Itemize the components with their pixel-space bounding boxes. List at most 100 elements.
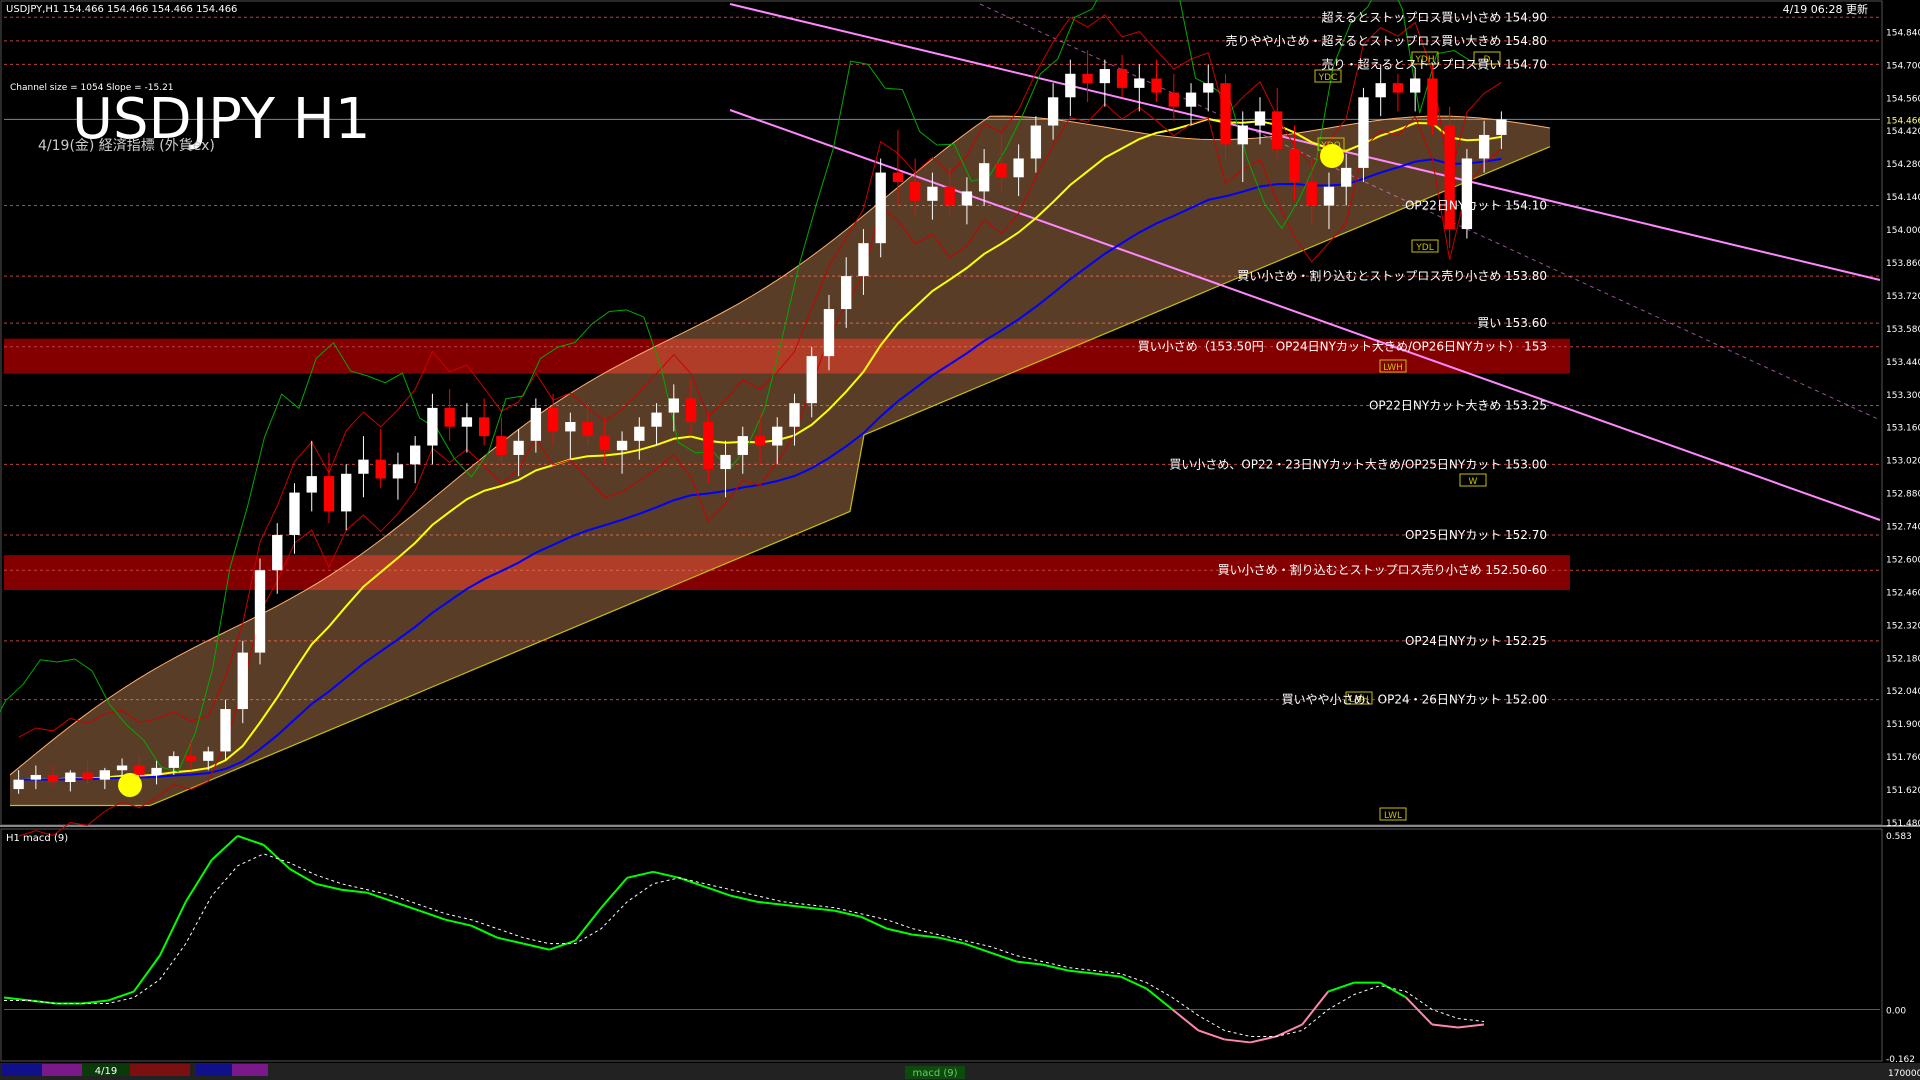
level-label: 買い小さめ（153.50円 OP24日NYカット大きめ/OP26日NYカット） … [1138,340,1547,354]
macd-main-segment [1198,1029,1225,1041]
candle-body [1099,69,1110,84]
candle-body [461,417,473,427]
candle-body [1410,78,1421,93]
candle-body [1047,97,1059,126]
candle-body [272,534,283,571]
macd-tick: 0.583 [1886,832,1912,842]
price-tick: 153.580 [1886,325,1920,335]
macd-main-segment [1431,1023,1459,1029]
candle-body [168,756,179,768]
candle-body [565,422,576,432]
level-label: 買い 153.60 [1477,316,1547,330]
candle-body [1358,97,1369,168]
candle-body [1289,149,1300,182]
candle-body [220,709,231,752]
candle-body [1168,92,1179,107]
macd-main-segment [523,942,550,951]
candle-body [203,751,214,761]
candle-body [685,398,697,422]
macd-main-segment [1042,963,1069,972]
price-tick: 151.760 [1886,753,1920,763]
candle-body [1237,125,1248,145]
candle-body [1013,158,1024,178]
candle-body [668,398,679,413]
candle-body [530,407,542,441]
macd-main-segment [1224,1038,1251,1044]
candle-body [1323,186,1335,206]
level-label: OP22日NYカット大きめ 153.25 [1369,399,1547,413]
price-tick: 152.040 [1886,687,1920,697]
price-tick: 151.480 [1886,819,1920,829]
macd-main-segment [730,894,758,903]
macd-main-segment [341,888,368,894]
candle-body [806,356,817,404]
candle-body [651,412,662,427]
candle-body [944,186,955,206]
candle-body [1444,125,1455,230]
macd-tick: 0.00 [1886,1007,1906,1017]
macd-main-segment [1016,960,1043,966]
candle-body [82,772,93,780]
candle-body [1116,69,1128,88]
candle-body [547,407,559,432]
macd-main-segment [886,927,913,936]
price-tick: 152.600 [1886,555,1920,565]
footer-swatch [232,1064,268,1076]
macd-main-segment [912,933,939,939]
candle-body [789,403,800,427]
price-tick: 152.180 [1886,654,1920,664]
chart-subtitle: 4/19(金) 経済指標 (外貨ex) [38,137,215,154]
macd-main-segment [315,882,342,891]
price-tick: 153.720 [1886,292,1920,302]
level-label: 売りやや小さめ・超えるとストップロス買い大きめ 154.80 [1226,33,1547,48]
candle-body [30,774,42,780]
candle-body [13,779,24,790]
candle-body [185,756,197,761]
macd-main-segment [262,844,291,870]
level-label: OP24日NYカット 152.25 [1405,634,1547,648]
candle-body [478,417,490,437]
marker-label-lwh: LWH [1383,363,1403,373]
candle-body [634,426,645,441]
level-label: OP22日NYカット 154.10 [1405,199,1547,213]
macd-main-segment [1405,996,1433,1026]
candle-body [737,436,748,455]
arrow-marker [1320,144,1344,168]
candle-body [1272,111,1283,150]
candle-body [116,765,128,771]
macd-main-segment [211,835,239,861]
candle-body [616,440,628,451]
indicator-tab-label: macd (9) [912,1068,957,1079]
candle-body [1151,78,1162,93]
price-tick: 153.440 [1886,358,1920,368]
level-label: 買い小さめ、OP22・23日NYカット大きめ/OP25日NYカット 153.00 [1169,457,1547,471]
macd-main-segment [678,876,706,888]
candle-body [1478,134,1490,159]
macd-main-segment [1068,969,1095,975]
price-tick: 152.320 [1886,621,1920,631]
candle-body [582,422,593,437]
candle-body [1375,83,1386,98]
chart-canvas: YDCYDOYDHYDLLWHLWLLMHDW 超えるとストップロス買い小さめ … [0,0,1920,1080]
candle-body [358,459,369,474]
macd-main-segment [184,859,213,903]
candle-body [65,772,76,782]
macd-main-segment [1457,1023,1485,1029]
candle-body [444,407,455,427]
macd-main-segment [626,870,654,879]
marker-label-ydc: YDC [1318,73,1338,83]
candle-body [841,276,852,310]
macd-main-segment [1145,987,1174,1011]
candle-body [996,163,1007,178]
candle-body [47,774,59,782]
candle-body [892,172,904,182]
candle-body [1185,92,1197,107]
macd-main-segment [1094,972,1121,978]
candle-body [254,570,266,653]
macd-main-segment [548,939,576,951]
marker-label-lwl: LWL [1384,811,1402,821]
candle-body [410,445,421,465]
price-tick: 153.860 [1886,259,1920,269]
macd-main-segment [756,900,784,906]
candle-body [237,652,248,710]
